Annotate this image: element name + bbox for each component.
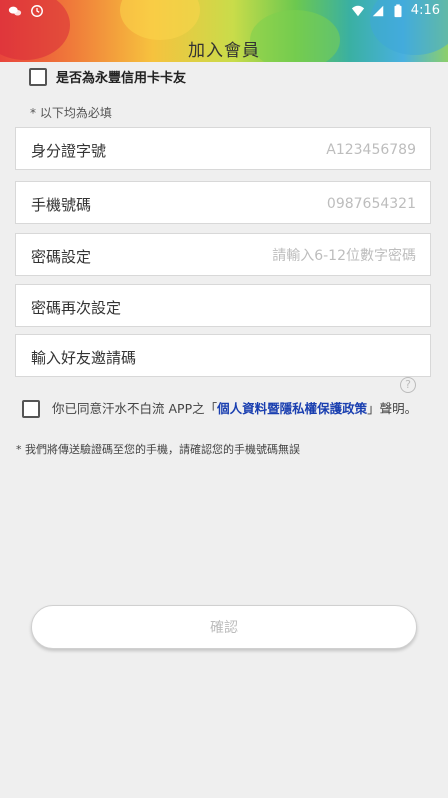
invite-code-label: 輸入好友邀請碼 [31, 349, 137, 367]
password-confirm-field[interactable]: 密碼再次設定 [15, 284, 431, 327]
credit-card-member-label: 是否為永豐信用卡卡友 [56, 71, 187, 86]
agreement-prefix: 你已同意汗水不白流 APP之「 [52, 401, 218, 416]
agreement-text: 你已同意汗水不白流 APP之「個人資料暨隱私權保護政策」聲明。 [52, 398, 417, 417]
id-number-input[interactable] [174, 138, 418, 162]
credit-card-member-row[interactable]: 是否為永豐信用卡卡友 [29, 67, 186, 86]
password-confirm-input[interactable] [174, 295, 418, 319]
password-label: 密碼設定 [31, 248, 92, 266]
wechat-icon [8, 6, 22, 16]
agreement-checkbox[interactable] [22, 400, 40, 418]
status-bar: 4:16 [0, 0, 448, 24]
password-input[interactable] [174, 244, 418, 268]
clock-icon [31, 5, 43, 17]
password-confirm-label: 密碼再次設定 [31, 299, 122, 317]
required-note: * 以下均為必填 [30, 106, 112, 120]
status-time: 4:16 [410, 3, 440, 18]
signal-icon [372, 5, 384, 16]
header-banner: 4:16 加入會員 [0, 0, 448, 62]
confirm-button[interactable]: 確認 [31, 605, 417, 649]
invite-code-field[interactable]: 輸入好友邀請碼 [15, 334, 431, 377]
sms-note: * 我們將傳送驗證碼至您的手機，請確認您的手機號碼無誤 [16, 443, 300, 456]
wifi-icon [351, 5, 364, 16]
phone-field[interactable]: 手機號碼 [15, 181, 431, 224]
help-icon[interactable]: ? [400, 377, 416, 393]
id-number-label: 身分證字號 [31, 142, 107, 160]
phone-label: 手機號碼 [31, 196, 92, 214]
phone-input[interactable] [174, 192, 418, 216]
agreement-suffix: 」聲明。 [367, 401, 418, 416]
id-number-field[interactable]: 身分證字號 [15, 127, 431, 170]
invite-code-input[interactable] [174, 345, 418, 369]
page-title: 加入會員 [188, 41, 260, 61]
credit-card-member-checkbox[interactable] [29, 67, 47, 86]
privacy-policy-link[interactable]: 個人資料暨隱私權保護政策 [217, 401, 367, 416]
battery-icon [394, 3, 402, 17]
password-field[interactable]: 密碼設定 [15, 233, 431, 276]
